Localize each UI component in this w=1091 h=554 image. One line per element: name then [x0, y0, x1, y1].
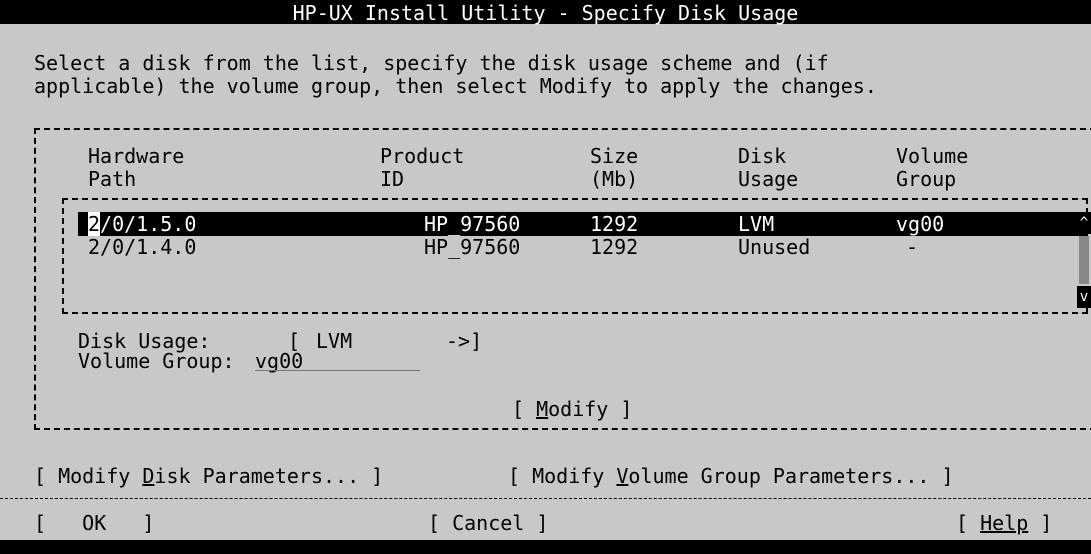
- row-volume-group: -: [906, 235, 919, 259]
- ok-button[interactable]: [ OK ]: [34, 512, 154, 534]
- scroll-up-arrow-icon[interactable]: ^: [1077, 212, 1091, 234]
- header-product-id-l2: ID: [380, 167, 405, 191]
- volume-group-input[interactable]: vg00: [255, 350, 303, 372]
- bottom-bar: [0, 540, 1091, 554]
- row-disk-usage: Unused: [738, 235, 811, 259]
- header-hardware-path-l1: Hardware: [88, 144, 185, 168]
- scroll-down-arrow-icon[interactable]: v: [1077, 286, 1091, 308]
- volume-group-input-underline: [255, 370, 420, 371]
- row-volume-group: vg00: [896, 212, 945, 236]
- scrollbar-track[interactable]: [1079, 236, 1089, 284]
- instructions-line-1: Select a disk from the list, specify the…: [34, 51, 829, 75]
- row-size: 1292: [590, 212, 639, 236]
- instructions-line-2: applicable) the volume group, then selec…: [34, 74, 877, 98]
- row-size: 1292: [590, 235, 639, 259]
- disk-usage-arrow-icon: ->]: [446, 329, 483, 353]
- header-disk-usage-l2: Usage: [738, 167, 799, 191]
- cancel-button[interactable]: [ Cancel ]: [428, 512, 548, 534]
- modify-disk-parameters-button[interactable]: [ Modify Disk Parameters... ]: [34, 465, 383, 487]
- header-size-l2: (Mb): [590, 167, 639, 191]
- volume-group-label: Volume Group:: [78, 349, 235, 373]
- row-hardware-path: 2/0/1.5.0: [88, 212, 197, 236]
- modify-volume-group-parameters-button[interactable]: [ Modify Volume Group Parameters... ]: [508, 465, 954, 487]
- button-divider: [0, 498, 1091, 499]
- disk-usage-value: LVM: [316, 329, 353, 353]
- row-hardware-path: 2/0/1.4.0: [88, 235, 197, 259]
- window-title: HP-UX Install Utility - Specify Disk Usa…: [292, 1, 799, 25]
- header-disk-usage-l1: Disk: [738, 144, 787, 168]
- header-volume-group-l1: Volume: [896, 144, 969, 168]
- header-volume-group-l2: Group: [896, 167, 957, 191]
- title-bar: HP-UX Install Utility - Specify Disk Usa…: [0, 0, 1091, 24]
- header-size-l1: Size: [590, 144, 639, 168]
- text-cursor: 2: [88, 212, 101, 236]
- modify-button[interactable]: [ Modify ]: [512, 398, 632, 420]
- row-product-id: HP_97560: [424, 235, 521, 259]
- modify-mnemonic: M: [536, 397, 549, 421]
- row-disk-usage: LVM: [738, 212, 775, 236]
- header-product-id-l1: Product: [380, 144, 465, 168]
- row-product-id: HP_97560: [424, 212, 521, 236]
- help-button[interactable]: [ Help ]: [956, 512, 1052, 534]
- header-hardware-path-l2: Path: [88, 167, 137, 191]
